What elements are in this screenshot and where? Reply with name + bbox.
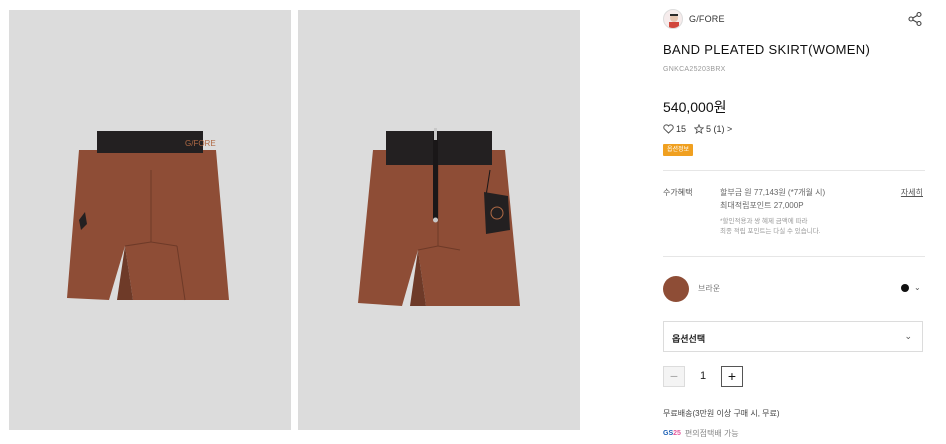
star-icon — [694, 124, 705, 134]
points-text: 최대적립포인트 27,000P — [720, 201, 804, 210]
brand-avatar-icon[interactable] — [663, 9, 683, 29]
share-icon[interactable] — [907, 11, 923, 27]
benefit-detail-link[interactable]: 자세히 — [901, 187, 923, 198]
like-stat[interactable]: 15 — [663, 124, 686, 134]
pickup-text: 편의점택배 가능 — [684, 429, 739, 438]
quantity-value[interactable]: 1 — [685, 366, 721, 387]
product-price: 540,000원 — [663, 99, 727, 115]
option-info-badge: 옵션정보 — [663, 144, 694, 156]
benefit-label: 수가혜택 — [663, 188, 693, 197]
quantity-increase-button[interactable]: + — [721, 366, 743, 387]
points-note-line1: *할인적용과 쌍 혜제 금액에 따라 — [720, 218, 808, 225]
chevron-down-icon: ⌄ — [904, 331, 912, 341]
color-dot[interactable] — [901, 284, 909, 292]
rating-stat[interactable]: 5 (1) > — [694, 124, 732, 134]
color-name: 브라운 — [698, 284, 721, 293]
heart-icon — [663, 124, 674, 134]
divider — [663, 256, 925, 257]
brand-row: G/FORE — [663, 8, 925, 30]
skirt-front-illustration: G/FORE — [67, 131, 229, 301]
product-title: BAND PLEATED SKIRT(WOMEN) — [663, 42, 871, 57]
chevron-down-icon[interactable]: ⌄ — [914, 283, 921, 292]
gs25-logo-icon: GS25 — [663, 430, 681, 437]
installment-text: 할부금 원 77,143원 (*7개월 시) — [720, 188, 826, 197]
skirt-back-illustration — [358, 128, 520, 306]
shipping-info: 무료배송(3만원 이상 구매 시, 무료) — [663, 409, 780, 418]
pickup-row: GS25 편의점택배 가능 — [663, 428, 739, 439]
option-select-label: 옵션선택 — [672, 334, 706, 344]
rating-text: 5 (1) > — [706, 124, 733, 134]
product-code: GNKCA25203BRX — [663, 66, 726, 73]
stats-row: 15 5 (1) > — [663, 124, 740, 134]
brand-name[interactable]: G/FORE — [689, 14, 725, 24]
color-swatch[interactable] — [663, 276, 689, 302]
like-count: 15 — [676, 124, 687, 134]
product-image-front[interactable]: G/FORE — [9, 10, 291, 430]
product-image-back[interactable] — [298, 10, 580, 430]
divider — [663, 170, 925, 171]
option-select[interactable]: 옵션선택 ⌄ — [663, 321, 923, 352]
product-info-panel: G/FORE BAND PLEATED SKIRT(WOMEN) GNKCA25… — [663, 0, 925, 444]
points-note-line2: 최종 적립 포인트는 다실 수 있습니다. — [720, 228, 821, 235]
quantity-decrease-button[interactable]: − — [663, 366, 685, 387]
front-logo-text: G/FORE — [185, 139, 216, 148]
